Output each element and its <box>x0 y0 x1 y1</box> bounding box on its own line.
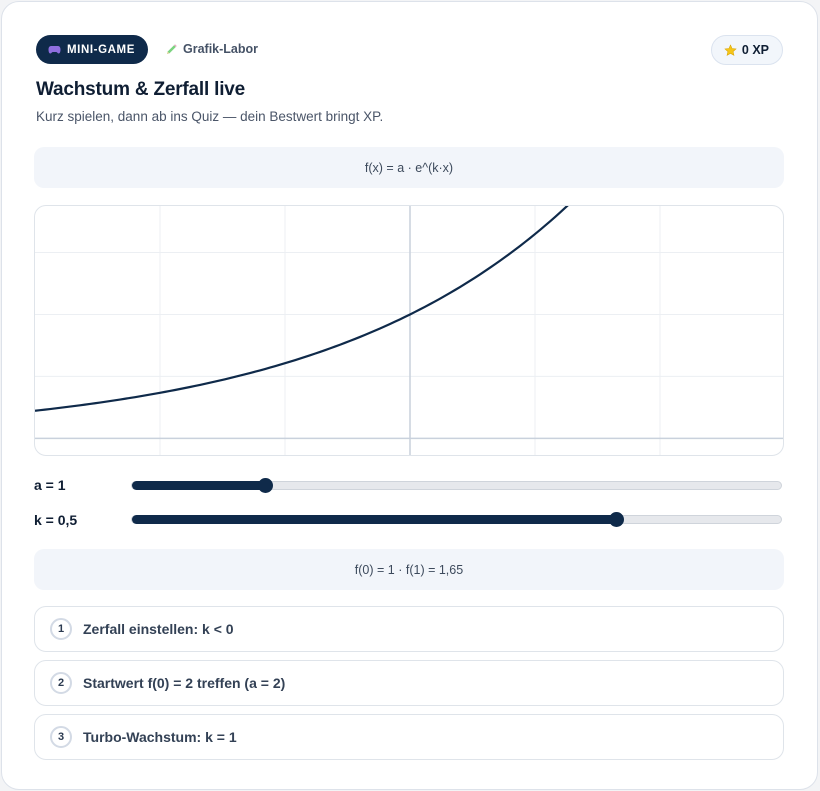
gamepad-icon <box>48 46 61 54</box>
page-title: Wachstum & Zerfall live <box>36 79 246 100</box>
slider-k[interactable] <box>131 512 782 527</box>
task-number: 3 <box>50 726 72 748</box>
task-number: 1 <box>50 618 72 640</box>
star-icon <box>724 43 737 56</box>
plot-canvas <box>35 206 783 455</box>
slider-a-label: a = 1 <box>34 477 66 493</box>
slider-k-label: k = 0,5 <box>34 512 78 528</box>
task-text: Turbo-Wachstum: k = 1 <box>83 729 237 745</box>
badge-label: MINI-GAME <box>67 43 136 56</box>
task-text: Zerfall einstellen: k < 0 <box>83 621 234 637</box>
page-subtitle: Kurz spielen, dann ab ins Quiz — dein Be… <box>36 109 384 124</box>
lab-tag: Grafik-Labor <box>165 42 258 56</box>
task-text: Startwert f(0) = 2 treffen (a = 2) <box>83 675 286 691</box>
slider-a-fill <box>132 481 266 490</box>
pencil-icon <box>167 43 177 54</box>
slider-a-thumb[interactable] <box>258 478 274 493</box>
mini-game-badge: MINI-GAME <box>36 35 149 64</box>
slider-k-fill <box>132 515 617 524</box>
task-item[interactable]: 1 Zerfall einstellen: k < 0 <box>34 606 784 652</box>
function-plot <box>34 205 784 456</box>
slider-a[interactable] <box>131 478 782 493</box>
task-item[interactable]: 3 Turbo-Wachstum: k = 1 <box>34 714 784 760</box>
result-display: f(0) = 1 · f(1) = 1,65 <box>34 549 784 590</box>
task-item[interactable]: 2 Startwert f(0) = 2 treffen (a = 2) <box>34 660 784 706</box>
xp-label: 0 XP <box>741 43 769 57</box>
task-number: 2 <box>50 672 72 694</box>
formula-display: f(x) = a · e^(k·x) <box>34 147 784 188</box>
xp-counter: 0 XP <box>710 35 783 65</box>
lab-label: Grafik-Labor <box>183 42 259 56</box>
